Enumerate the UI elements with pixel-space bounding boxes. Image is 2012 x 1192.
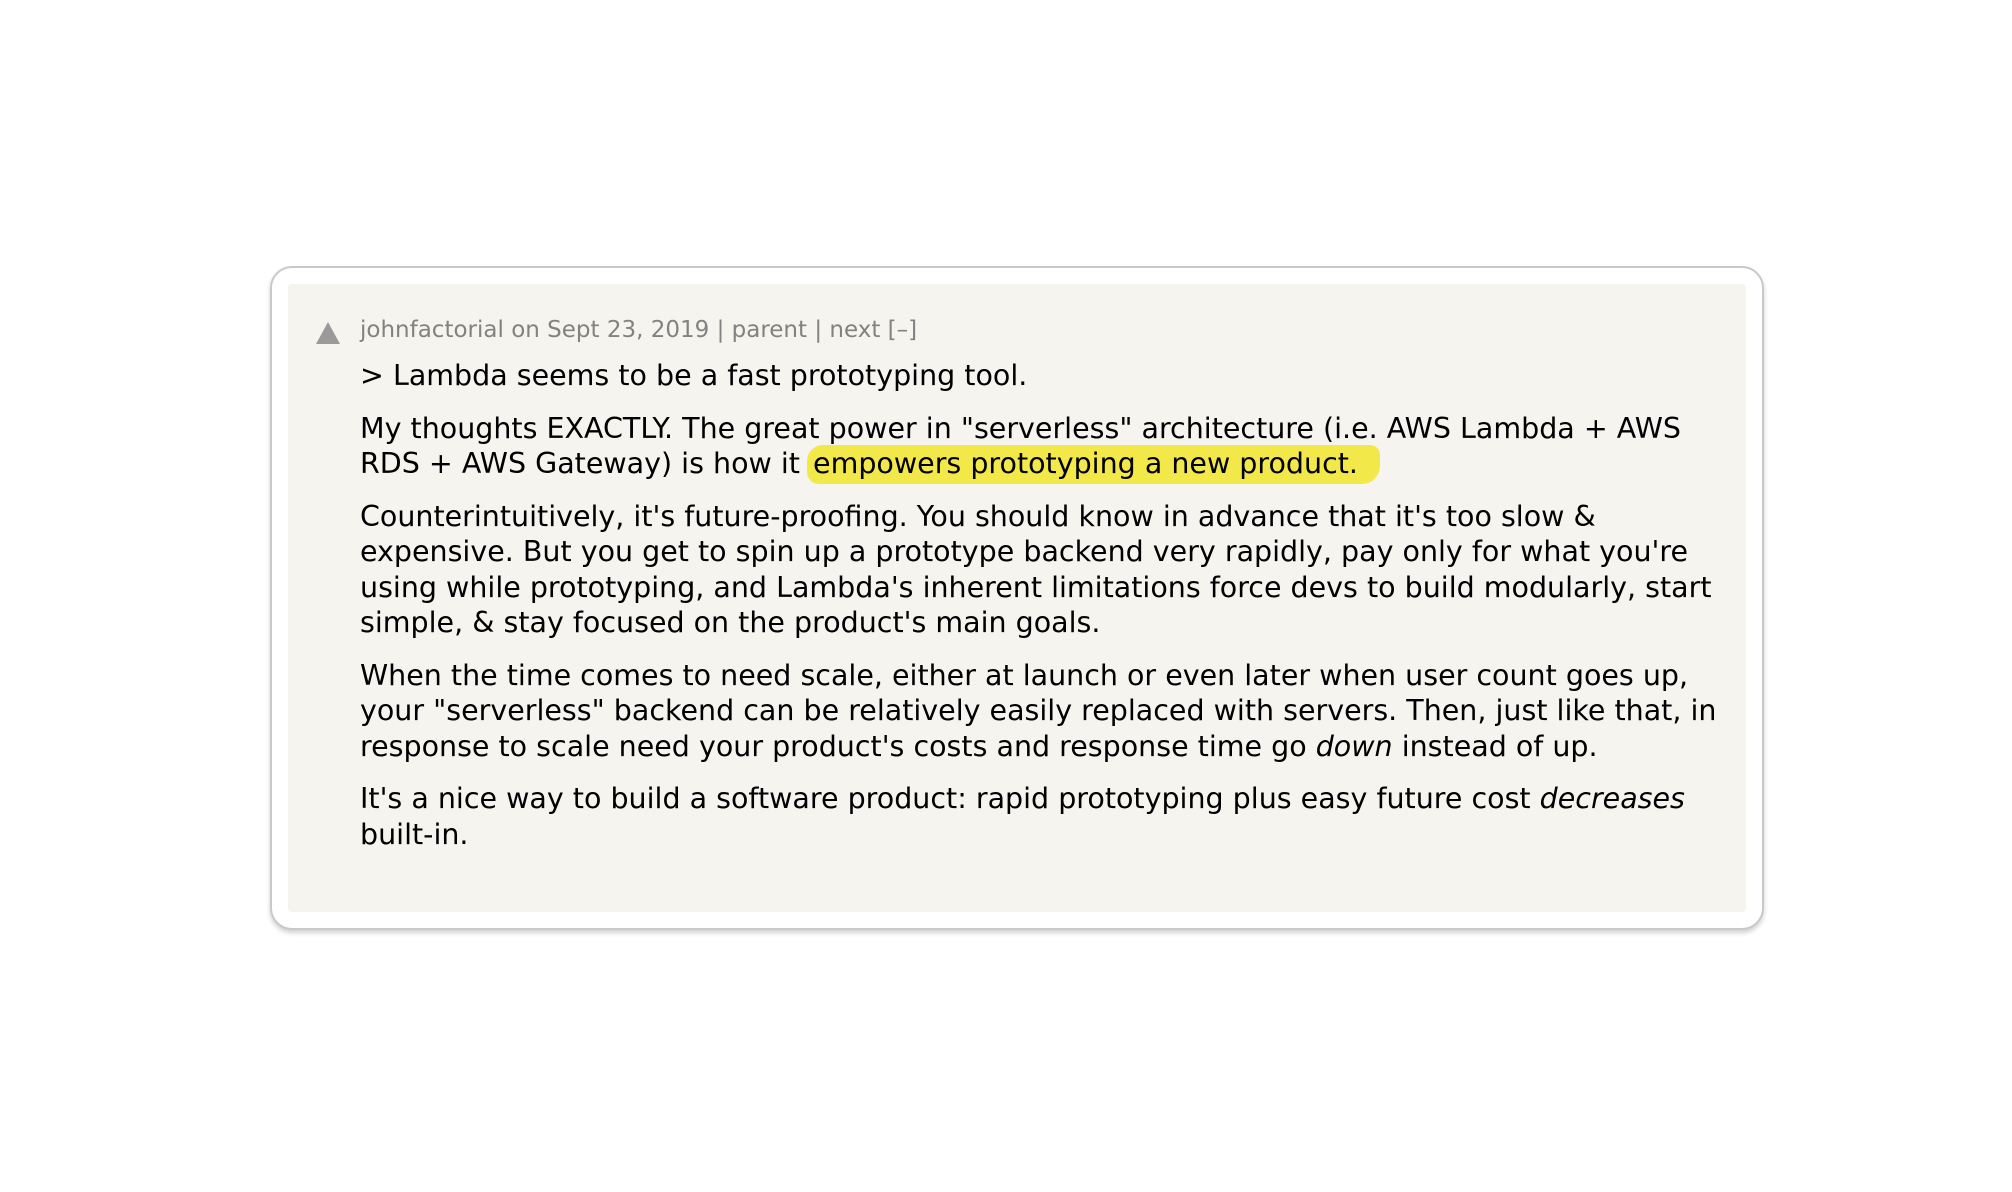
emphasis-text: down <box>1315 729 1393 763</box>
comment-panel: johnfactorial on Sept 23, 2019 | parent … <box>288 284 1746 912</box>
paragraph-text: built-in. <box>360 817 469 851</box>
paragraph-text: instead of up. <box>1401 729 1598 763</box>
collapse-toggle[interactable]: [–] <box>888 317 917 343</box>
comment-paragraph-3: When the time comes to need scale, eithe… <box>360 658 1722 765</box>
on-word: on <box>511 317 540 343</box>
separator: | <box>814 317 823 343</box>
highlighted-text: empowers prototyping a new product. <box>807 445 1380 482</box>
author-link[interactable]: johnfactorial <box>360 317 504 343</box>
comment-meta: johnfactorial on Sept 23, 2019 | parent … <box>360 314 1722 346</box>
comment-paragraph-4: It's a nice way to build a software prod… <box>360 781 1722 852</box>
emphasis-text: decreases <box>1539 782 1685 815</box>
parent-link[interactable]: parent <box>732 317 807 343</box>
quoted-text: > Lambda seems to be a fast prototyping … <box>360 359 1028 392</box>
upvote-triangle-icon[interactable] <box>316 322 340 344</box>
comment-card: johnfactorial on Sept 23, 2019 | parent … <box>270 266 1764 930</box>
separator: | <box>716 317 725 343</box>
paragraph-text: It's a nice way to build a software prod… <box>360 782 1531 815</box>
comment-paragraph-1: My thoughts EXACTLY. The great power in … <box>360 411 1722 482</box>
comment: johnfactorial on Sept 23, 2019 | parent … <box>360 314 1722 869</box>
comment-date-link[interactable]: Sept 23, 2019 <box>547 317 709 343</box>
next-link[interactable]: next <box>829 317 880 343</box>
comment-paragraph-2: Counterintuitively, it's future-proofing… <box>360 499 1712 640</box>
